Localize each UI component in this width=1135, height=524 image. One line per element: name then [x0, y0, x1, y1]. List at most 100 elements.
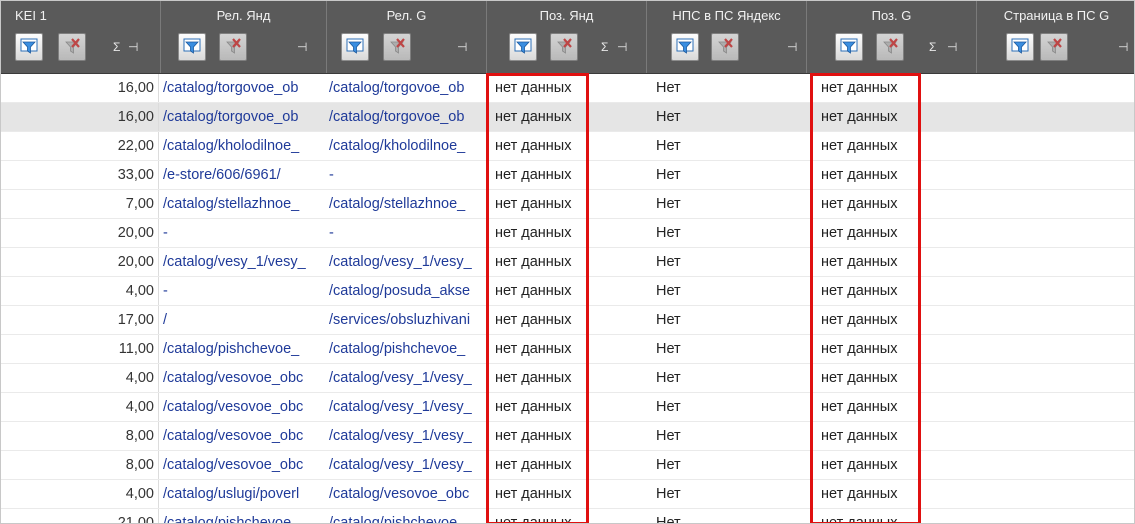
cell-nps-yandex[interactable]: Нет: [656, 161, 806, 189]
cell-rel-yandex[interactable]: /e-store/606/6961/: [161, 161, 327, 189]
cell-rel-g[interactable]: /catalog/vesy_1/vesy_: [327, 393, 487, 421]
cell-nps-yandex[interactable]: Нет: [656, 277, 806, 305]
column-header-rel-g[interactable]: Рел. G ⊣: [327, 1, 487, 73]
cell-nps-yandex[interactable]: Нет: [656, 190, 806, 218]
cell-rel-g[interactable]: /catalog/torgovoe_ob: [327, 74, 487, 102]
cell-rel-g[interactable]: /catalog/stellazhnoe_: [327, 190, 487, 218]
filter-button[interactable]: [341, 33, 369, 61]
sum-icon[interactable]: Σ: [113, 41, 120, 53]
cell-kei[interactable]: 21,00: [1, 509, 159, 523]
cell-pos-yandex[interactable]: нет данных: [491, 74, 631, 102]
pin-icon[interactable]: ⊣: [787, 41, 797, 53]
cell-rel-g[interactable]: /catalog/pishchevoe_: [327, 509, 487, 523]
pin-icon[interactable]: ⊣: [947, 41, 957, 53]
cell-pos-g[interactable]: нет данных: [819, 451, 919, 479]
filter-button[interactable]: [178, 33, 206, 61]
cell-rel-yandex[interactable]: /catalog/stellazhnoe_: [161, 190, 327, 218]
table-row[interactable]: 33,00/e-store/606/6961/- нет данных Нет нет…: [1, 161, 1134, 190]
cell-rel-yandex[interactable]: /catalog/vesy_1/vesy_: [161, 248, 327, 276]
cell-rel-yandex[interactable]: -: [161, 219, 327, 247]
cell-pos-yandex[interactable]: нет данных: [491, 393, 631, 421]
cell-pos-g[interactable]: нет данных: [819, 480, 919, 508]
cell-rel-g[interactable]: /catalog/vesy_1/vesy_: [327, 364, 487, 392]
cell-nps-yandex[interactable]: Нет: [656, 422, 806, 450]
pin-icon[interactable]: ⊣: [1118, 41, 1128, 53]
clear-filter-button[interactable]: [876, 33, 904, 61]
cell-rel-yandex[interactable]: /catalog/uslugi/poverl: [161, 480, 327, 508]
cell-pos-yandex[interactable]: нет данных: [491, 422, 631, 450]
column-header-kei1[interactable]: KEI 1 Σ ⊣: [1, 1, 161, 73]
cell-kei[interactable]: 11,00: [1, 335, 159, 363]
table-row[interactable]: 20,00- - нет данных Нет нет данных: [1, 219, 1134, 248]
cell-rel-g[interactable]: -: [327, 161, 487, 189]
cell-kei[interactable]: 4,00: [1, 364, 159, 392]
table-row[interactable]: 4,00/catalog/vesovoe_obc/catalog/vesy_1/…: [1, 393, 1134, 422]
column-header-pos-g[interactable]: Поз. G Σ ⊣: [807, 1, 977, 73]
cell-pos-yandex[interactable]: нет данных: [491, 364, 631, 392]
cell-pos-g[interactable]: нет данных: [819, 335, 919, 363]
cell-pos-g[interactable]: нет данных: [819, 103, 919, 131]
table-row[interactable]: 8,00/catalog/vesovoe_obc/catalog/vesy_1/…: [1, 451, 1134, 480]
cell-pos-g[interactable]: нет данных: [819, 393, 919, 421]
column-header-rel-yandex[interactable]: Рел. Янд ⊣: [161, 1, 327, 73]
cell-nps-yandex[interactable]: Нет: [656, 74, 806, 102]
cell-rel-yandex[interactable]: /catalog/torgovoe_ob: [161, 74, 327, 102]
cell-pos-g[interactable]: нет данных: [819, 219, 919, 247]
table-row[interactable]: 4,00-/catalog/posuda_akse нет данных Нет не…: [1, 277, 1134, 306]
cell-kei[interactable]: 8,00: [1, 422, 159, 450]
cell-pos-yandex[interactable]: нет данных: [491, 248, 631, 276]
sum-icon[interactable]: Σ: [601, 41, 608, 53]
cell-kei[interactable]: 4,00: [1, 277, 159, 305]
cell-rel-g[interactable]: /catalog/pishchevoe_: [327, 335, 487, 363]
cell-rel-g[interactable]: /catalog/torgovoe_ob: [327, 103, 487, 131]
table-row[interactable]: 16,00/catalog/torgovoe_ob/catalog/torgov…: [1, 103, 1134, 132]
cell-pos-g[interactable]: нет данных: [819, 132, 919, 160]
pin-icon[interactable]: ⊣: [457, 41, 467, 53]
cell-rel-yandex[interactable]: /catalog/torgovoe_ob: [161, 103, 327, 131]
cell-nps-yandex[interactable]: Нет: [656, 480, 806, 508]
table-row[interactable]: 7,00/catalog/stellazhnoe_/catalog/stella…: [1, 190, 1134, 219]
cell-pos-yandex[interactable]: нет данных: [491, 103, 631, 131]
cell-pos-g[interactable]: нет данных: [819, 161, 919, 189]
cell-pos-g[interactable]: нет данных: [819, 364, 919, 392]
cell-rel-g[interactable]: /catalog/kholodilnoe_: [327, 132, 487, 160]
cell-kei[interactable]: 16,00: [1, 103, 159, 131]
cell-nps-yandex[interactable]: Нет: [656, 364, 806, 392]
cell-nps-yandex[interactable]: Нет: [656, 248, 806, 276]
table-row[interactable]: 11,00/catalog/pishchevoe_/catalog/pishch…: [1, 335, 1134, 364]
cell-pos-g[interactable]: нет данных: [819, 74, 919, 102]
cell-rel-yandex[interactable]: /catalog/vesovoe_obc: [161, 422, 327, 450]
table-row[interactable]: 20,00/catalog/vesy_1/vesy_/catalog/vesy_…: [1, 248, 1134, 277]
pin-icon[interactable]: ⊣: [297, 41, 307, 53]
cell-pos-yandex[interactable]: нет данных: [491, 480, 631, 508]
table-row[interactable]: 22,00/catalog/kholodilnoe_/catalog/kholo…: [1, 132, 1134, 161]
cell-pos-g[interactable]: нет данных: [819, 422, 919, 450]
clear-filter-button[interactable]: [711, 33, 739, 61]
filter-button[interactable]: [835, 33, 863, 61]
cell-pos-g[interactable]: нет данных: [819, 306, 919, 334]
cell-pos-yandex[interactable]: нет данных: [491, 190, 631, 218]
clear-filter-button[interactable]: [1040, 33, 1068, 61]
cell-nps-yandex[interactable]: Нет: [656, 132, 806, 160]
table-row[interactable]: 21,00/catalog/pishchevoe_/catalog/pishch…: [1, 509, 1134, 523]
cell-rel-yandex[interactable]: /catalog/pishchevoe_: [161, 509, 327, 523]
cell-rel-yandex[interactable]: /catalog/vesovoe_obc: [161, 364, 327, 392]
cell-rel-yandex[interactable]: /catalog/kholodilnoe_: [161, 132, 327, 160]
cell-kei[interactable]: 20,00: [1, 248, 159, 276]
table-row[interactable]: 8,00/catalog/vesovoe_obc/catalog/vesy_1/…: [1, 422, 1134, 451]
cell-nps-yandex[interactable]: Нет: [656, 393, 806, 421]
filter-button[interactable]: [671, 33, 699, 61]
cell-pos-yandex[interactable]: нет данных: [491, 161, 631, 189]
cell-kei[interactable]: 17,00: [1, 306, 159, 334]
sum-icon[interactable]: Σ: [929, 41, 936, 53]
cell-nps-yandex[interactable]: Нет: [656, 335, 806, 363]
cell-rel-yandex[interactable]: /catalog/vesovoe_obc: [161, 451, 327, 479]
cell-pos-yandex[interactable]: нет данных: [491, 306, 631, 334]
cell-nps-yandex[interactable]: Нет: [656, 306, 806, 334]
clear-filter-button[interactable]: [383, 33, 411, 61]
cell-rel-yandex[interactable]: -: [161, 277, 327, 305]
cell-kei[interactable]: 20,00: [1, 219, 159, 247]
cell-rel-yandex[interactable]: /: [161, 306, 327, 334]
cell-pos-yandex[interactable]: нет данных: [491, 335, 631, 363]
cell-kei[interactable]: 22,00: [1, 132, 159, 160]
